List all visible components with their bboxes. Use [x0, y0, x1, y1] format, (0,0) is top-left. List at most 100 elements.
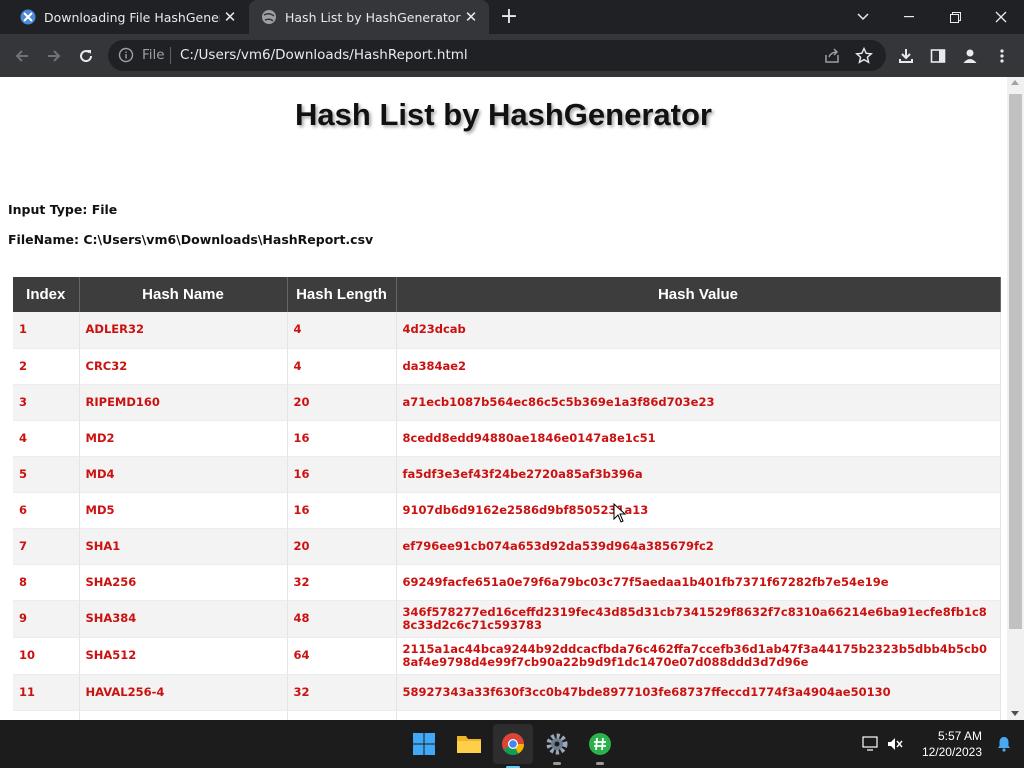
cell-hash-value: 69249facfe651a0e79f6a79bc03c77f5aedaa1b4… — [396, 564, 1001, 601]
cell-index: 6 — [13, 492, 80, 529]
table-row: 2 CRC32 4 da384ae2 — [13, 348, 1001, 385]
file-name-label: FileName: C:\Users\vm6\Downloads\HashRep… — [8, 232, 374, 247]
cell-hash-length: 16 — [287, 456, 397, 493]
cell-index: 4 — [13, 420, 80, 457]
download-icon[interactable] — [892, 42, 920, 70]
forward-arrow-icon[interactable] — [40, 42, 68, 70]
running-indicator — [553, 762, 561, 765]
cell-hash-length: 16 — [287, 420, 397, 457]
tab-search-icon[interactable] — [840, 0, 886, 34]
settings-gear-icon[interactable] — [541, 728, 573, 765]
tab-strip: Downloading File HashGenerator ✕ Hash Li… — [0, 0, 1024, 34]
cell-index: 9 — [13, 600, 80, 638]
clock-date: 12/20/2023 — [921, 745, 982, 759]
scrollbar-thumb[interactable] — [1009, 94, 1022, 629]
hash-table-body: 1 ADLER32 4 4d23dcab 2 CRC32 4 da384ae2 … — [13, 312, 1001, 720]
cell-hash-name: RIPEMD160 — [79, 384, 288, 421]
cell-hash-length: 20 — [287, 384, 397, 421]
cell-hash-length: 48 — [287, 600, 397, 638]
tab-hash-list[interactable]: Hash List by HashGenerator ✕ — [249, 0, 489, 34]
cell-hash-value: 58927343a33f630f3cc0b47bde8977103fe68737… — [396, 674, 1001, 711]
table-row: 8 SHA256 32 69249facfe651a0e79f6a79bc03c… — [13, 564, 1001, 601]
vertical-scrollbar[interactable] — [1007, 77, 1024, 720]
hashgenerator-app-icon[interactable] — [584, 728, 616, 765]
cell-hash-name: SHA1 — [79, 528, 288, 565]
chrome-taskbar-icon[interactable] — [493, 724, 533, 768]
cell-hash-length: 20 — [287, 528, 397, 565]
cell-index: 10 — [13, 637, 80, 675]
url-scheme-label: File — [142, 47, 165, 63]
cell-hash-name: MD4 — [79, 456, 288, 493]
tab-title: Downloading File HashGenerator — [44, 9, 220, 25]
clock-time: 5:57 AM — [937, 729, 982, 743]
table-row: 5 MD4 16 fa5df3e3ef43f24be2720a85af3b396… — [13, 456, 1001, 493]
table-row: 7 SHA1 20 ef796ee91cb074a653d92da539d964… — [13, 528, 1001, 565]
browser-toolbar: File C:/Users/vm6/Downloads/HashReport.h… — [0, 34, 1024, 77]
cell-index: 3 — [13, 384, 80, 421]
close-tab-icon[interactable]: ✕ — [463, 9, 479, 25]
table-row: 9 SHA384 48 346f578277ed16ceffd2319fec43… — [13, 600, 1001, 638]
cell-hash-length: 16 — [287, 492, 397, 529]
hashgenerator-favicon-icon — [20, 9, 36, 25]
cell-index: 1 — [13, 312, 80, 349]
cell-hash-length: 4 — [287, 312, 397, 349]
table-row-partial — [13, 710, 1001, 720]
table-row: 4 MD2 16 8cedd8edd94880ae1846e0147a8e1c5… — [13, 420, 1001, 457]
address-bar[interactable]: File C:/Users/vm6/Downloads/HashReport.h… — [108, 40, 886, 71]
cell-hash-value: 9107db6d9162e2586d9bf8505231a13 — [396, 492, 1001, 529]
table-row: 10 SHA512 64 2115a1ac44bca9244b92ddcacfb… — [13, 637, 1001, 675]
new-tab-button[interactable]: + — [498, 6, 520, 28]
cell-index: 5 — [13, 456, 80, 493]
windows-taskbar: 5:57 AM 12/20/2023 — [0, 720, 1024, 768]
back-arrow-icon[interactable] — [8, 42, 36, 70]
bookmark-star-icon[interactable] — [854, 46, 874, 66]
windows-start-icon[interactable] — [408, 728, 440, 760]
cell-hash-name: SHA512 — [79, 637, 288, 675]
profile-avatar-icon[interactable] — [956, 42, 984, 70]
cell-hash-name: HAVAL256-4 — [79, 674, 288, 711]
scroll-up-arrow-icon[interactable] — [1011, 80, 1019, 85]
network-icon[interactable] — [862, 736, 880, 752]
close-tab-icon[interactable]: ✕ — [222, 9, 238, 25]
cell-hash-value: a71ecb1087b564ec86c5c5b369e1a3f86d703e23 — [396, 384, 1001, 421]
cell-hash-value: 8cedd8edd94880ae1846e0147a8e1c51 — [396, 420, 1001, 457]
reload-icon[interactable] — [72, 42, 100, 70]
cell-hash-name: MD2 — [79, 420, 288, 457]
table-header-row: Index Hash Name Hash Length Hash Value — [13, 277, 1001, 312]
cell-hash-value: ef796ee91cb074a653d92da539d964a385679fc2 — [396, 528, 1001, 565]
url-text[interactable]: C:/Users/vm6/Downloads/HashReport.html — [180, 47, 468, 63]
cell-hash-value: da384ae2 — [396, 348, 1001, 385]
column-header-hash-length: Hash Length — [287, 277, 397, 312]
cell-hash-name: MD5 — [79, 492, 288, 529]
column-header-hash-name: Hash Name — [79, 277, 288, 312]
file-explorer-icon[interactable] — [453, 728, 485, 760]
page-content: Hash List by HashGenerator Input Type: F… — [0, 77, 1024, 720]
tab-downloading-file[interactable]: Downloading File HashGenerator ✕ — [8, 0, 248, 34]
scroll-down-arrow-icon[interactable] — [1011, 711, 1019, 716]
info-icon[interactable] — [118, 47, 134, 63]
side-panel-icon[interactable] — [924, 42, 952, 70]
table-row: 1 ADLER32 4 4d23dcab — [13, 312, 1001, 349]
more-menu-icon[interactable] — [988, 42, 1016, 70]
mouse-cursor-icon — [613, 503, 627, 523]
tab-title: Hash List by HashGenerator — [285, 9, 461, 25]
minimize-button[interactable] — [886, 0, 932, 34]
cell-index: 2 — [13, 348, 80, 385]
cell-index: 7 — [13, 528, 80, 565]
column-header-index: Index — [13, 277, 80, 312]
running-indicator — [596, 762, 604, 765]
notification-bell-icon[interactable] — [996, 736, 1012, 752]
volume-muted-icon[interactable] — [886, 736, 904, 752]
divider — [170, 47, 171, 64]
page-title: Hash List by HashGenerator — [295, 97, 712, 132]
system-clock[interactable]: 5:57 AM 12/20/2023 — [922, 728, 982, 760]
close-window-button[interactable] — [978, 0, 1024, 34]
cell-hash-length: 4 — [287, 348, 397, 385]
table-row: 11 HAVAL256-4 32 58927343a33f630f3cc0b47… — [13, 674, 1001, 711]
cell-hash-value: 346f578277ed16ceffd2319fec43d85d31cb7341… — [396, 600, 1001, 638]
hash-table: Index Hash Name Hash Length Hash Value 1… — [13, 277, 1001, 720]
restore-button[interactable] — [932, 0, 978, 34]
table-row: 6 MD5 16 9107db6d9162e2586d9bf8505231a13 — [13, 492, 1001, 529]
cell-hash-length: 64 — [287, 637, 397, 675]
share-icon[interactable] — [822, 46, 842, 66]
